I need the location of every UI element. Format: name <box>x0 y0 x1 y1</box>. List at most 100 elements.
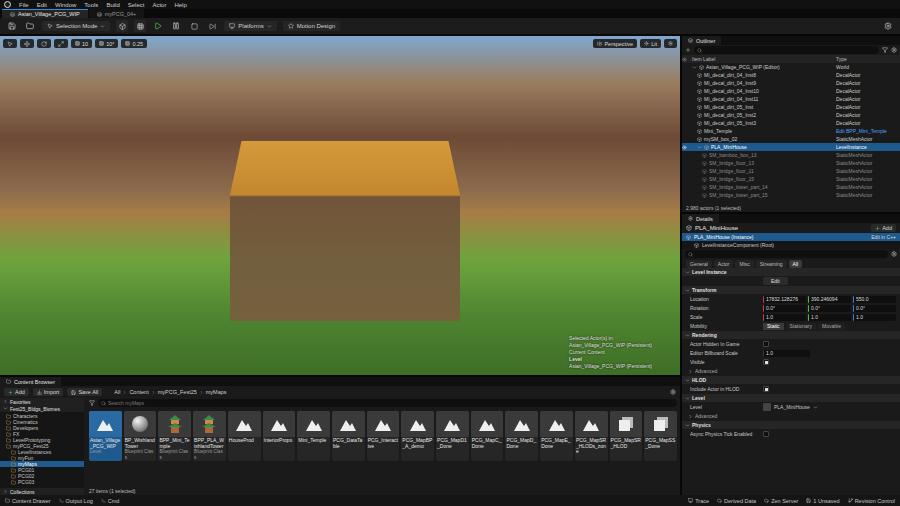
outliner-row[interactable]: MI_decal_dirt_04_Inst10DecalActor <box>682 87 900 95</box>
menu-item[interactable]: Edit <box>37 1 47 9</box>
mode-selector[interactable]: Selection Mode <box>42 21 110 31</box>
asset-tile[interactable]: PCG_DataTable <box>332 411 365 461</box>
section-header[interactable]: Rendering <box>682 331 900 339</box>
outliner-row[interactable]: SM_bridge_floor_11StaticMeshActor <box>682 167 900 175</box>
motion-design-button[interactable]: Motion Design <box>283 21 340 31</box>
mobility-option[interactable]: Movable <box>818 323 845 330</box>
settings-button[interactable] <box>882 20 894 32</box>
asset-tile[interactable]: PCG_MapE_Done <box>540 411 573 461</box>
asset-tile[interactable]: Mini_Temple <box>297 411 330 461</box>
folder-item[interactable]: FX <box>0 431 84 437</box>
section-header[interactable]: HLOD <box>682 376 900 384</box>
vector-field[interactable]: 1.0 <box>853 314 896 321</box>
outliner-row[interactable]: MI_decal_dirt_05_Inst2DecalActor <box>682 111 900 119</box>
folder-item[interactable]: myPCG_Fest25 <box>0 443 84 449</box>
component-row[interactable]: PLA_MiniHouse (Instance)Edit in C++ <box>682 233 900 241</box>
filter-tab[interactable]: General <box>686 260 712 268</box>
play-button[interactable] <box>152 20 164 32</box>
breadcrumb[interactable]: Content <box>129 389 148 395</box>
stop-button[interactable] <box>188 20 200 32</box>
outliner-row[interactable]: SM_bridge_floor_13StaticMeshActor <box>682 159 900 167</box>
folder-item[interactable]: LevelPrototyping <box>0 437 84 443</box>
asset-tile[interactable]: HouseProd <box>228 411 261 461</box>
status-item[interactable]: Trace <box>688 498 709 504</box>
outliner-row[interactable]: mySM_box_02StaticMeshActor <box>682 135 900 143</box>
menu-item[interactable]: File <box>19 1 29 9</box>
folder-item[interactable]: PCG01 <box>0 467 84 473</box>
outliner-row[interactable]: SM_bridge_lower_part_15StaticMeshActor <box>682 191 900 199</box>
component-row[interactable]: LevelInstanceComponent (Root) <box>682 241 900 249</box>
viewport-settings[interactable] <box>664 39 677 48</box>
section-header[interactable]: Level <box>682 394 900 402</box>
asset-tile[interactable]: BPP_PLA_WishlandTowerBlueprint Class <box>193 411 226 461</box>
filter-tab[interactable]: Streaming <box>756 260 787 268</box>
outliner-row[interactable]: MI_decal_dirt_05_Inst3DecalActor <box>682 119 900 127</box>
outliner-row[interactable]: MI_decal_dirt_05_InstDecalActor <box>682 103 900 111</box>
filter-tab[interactable]: All <box>789 260 803 268</box>
menu-item[interactable]: Help <box>174 1 186 9</box>
number-field[interactable]: 1.0 <box>763 350 810 357</box>
status-item[interactable]: Output Log <box>59 498 93 504</box>
vector-field[interactable]: 0.0° <box>853 305 896 312</box>
outliner-row[interactable]: PLA_MiniHouseLevelInstance <box>682 143 900 151</box>
checkbox[interactable] <box>763 386 769 392</box>
vector-field[interactable]: 390.246094 <box>808 296 851 303</box>
document-tab[interactable]: myPCG_04+ <box>89 9 145 18</box>
add-button[interactable]: Add <box>4 388 29 396</box>
project-header[interactable]: Fest25_Bldgs_Biomes <box>0 405 84 412</box>
asset-tile[interactable]: PCG_Interactive <box>367 411 400 461</box>
lighting-button[interactable]: Lit <box>640 39 661 48</box>
checkbox[interactable] <box>763 341 769 347</box>
create-button[interactable] <box>116 20 128 32</box>
transform-tool[interactable] <box>20 39 34 48</box>
section-header[interactable]: Physics <box>682 421 900 429</box>
outliner-row[interactable]: SM_bamboo_box_13StaticMeshActor <box>682 151 900 159</box>
section-header[interactable]: Transform <box>682 286 900 294</box>
status-item[interactable]: Content Drawer <box>5 498 51 504</box>
add-component-button[interactable]: Add <box>871 224 896 232</box>
menu-item[interactable]: Window <box>55 1 76 9</box>
outliner-row[interactable]: Asian_Village_PCG_WIP (Editor)World <box>682 63 900 71</box>
vector-field[interactable]: 1.0 <box>808 314 851 321</box>
mobility-option[interactable]: Stationary <box>786 323 817 330</box>
view-mode-button[interactable]: Perspective <box>593 39 637 48</box>
status-item[interactable]: Cmd <box>101 498 120 504</box>
folder-item[interactable]: myMaps <box>0 461 84 467</box>
edit-in-cpp-link[interactable]: Edit in C++ <box>871 234 896 240</box>
status-item[interactable]: Zen Server <box>764 498 798 504</box>
folder-item[interactable]: LevelInstances <box>0 449 84 455</box>
asset-tile[interactable]: PCG_MapD1_Done <box>436 411 469 461</box>
breadcrumb[interactable]: myMaps <box>206 389 227 395</box>
folder-item[interactable]: PCG03 <box>0 479 84 485</box>
asset-tile[interactable]: Asian_Village_PCG_WIPLevel <box>89 411 122 461</box>
asset-picker[interactable]: PLA_MiniHouse <box>763 403 896 411</box>
vector-field[interactable]: 1.0 <box>763 314 806 321</box>
platforms-button[interactable]: Platforms <box>224 21 276 31</box>
menu-item[interactable]: Select <box>128 1 145 9</box>
checkbox[interactable] <box>763 359 769 365</box>
folder-item[interactable]: Developers <box>0 425 84 431</box>
outliner-tab[interactable]: Outliner <box>682 36 721 45</box>
snap-setting[interactable]: 10 <box>71 39 92 48</box>
advanced-toggle[interactable]: Advanced <box>682 367 900 375</box>
breadcrumb[interactable]: All <box>114 389 120 395</box>
vector-field[interactable]: 0.0° <box>763 305 806 312</box>
asset-tile[interactable]: PCG_MapD_Done <box>505 411 538 461</box>
favorites-header[interactable]: Favorites <box>0 398 84 405</box>
asset-tile[interactable]: PCG_MapSS_Done <box>644 411 677 461</box>
document-tab[interactable]: Asian_Village_PCG_WIP <box>2 9 88 18</box>
mobility-option[interactable]: Static <box>763 323 784 330</box>
outliner-row[interactable]: MI_decal_dirt_04_Inst11DecalActor <box>682 95 900 103</box>
blueprint-button[interactable] <box>134 20 146 32</box>
level-viewport[interactable]: 1010°0.25PerspectiveLitSelected Actor(s)… <box>0 36 680 375</box>
vector-field[interactable]: 0.0° <box>808 305 851 312</box>
outliner-row[interactable]: MI_decal_dirt_04_Inst8DecalActor <box>682 71 900 79</box>
row-type[interactable]: Edit BPP_Mini_Temple <box>836 128 900 134</box>
collections-header[interactable]: Collections <box>0 488 84 495</box>
asset-tile[interactable]: PCG_MapSR_HLODs_zone <box>575 411 608 461</box>
transform-tool[interactable] <box>54 39 68 48</box>
checkbox[interactable] <box>763 431 769 437</box>
column-header[interactable]: Item Label <box>692 56 836 62</box>
folder-item[interactable]: Characters <box>0 413 84 419</box>
save-all-button[interactable]: Save All <box>67 388 102 396</box>
